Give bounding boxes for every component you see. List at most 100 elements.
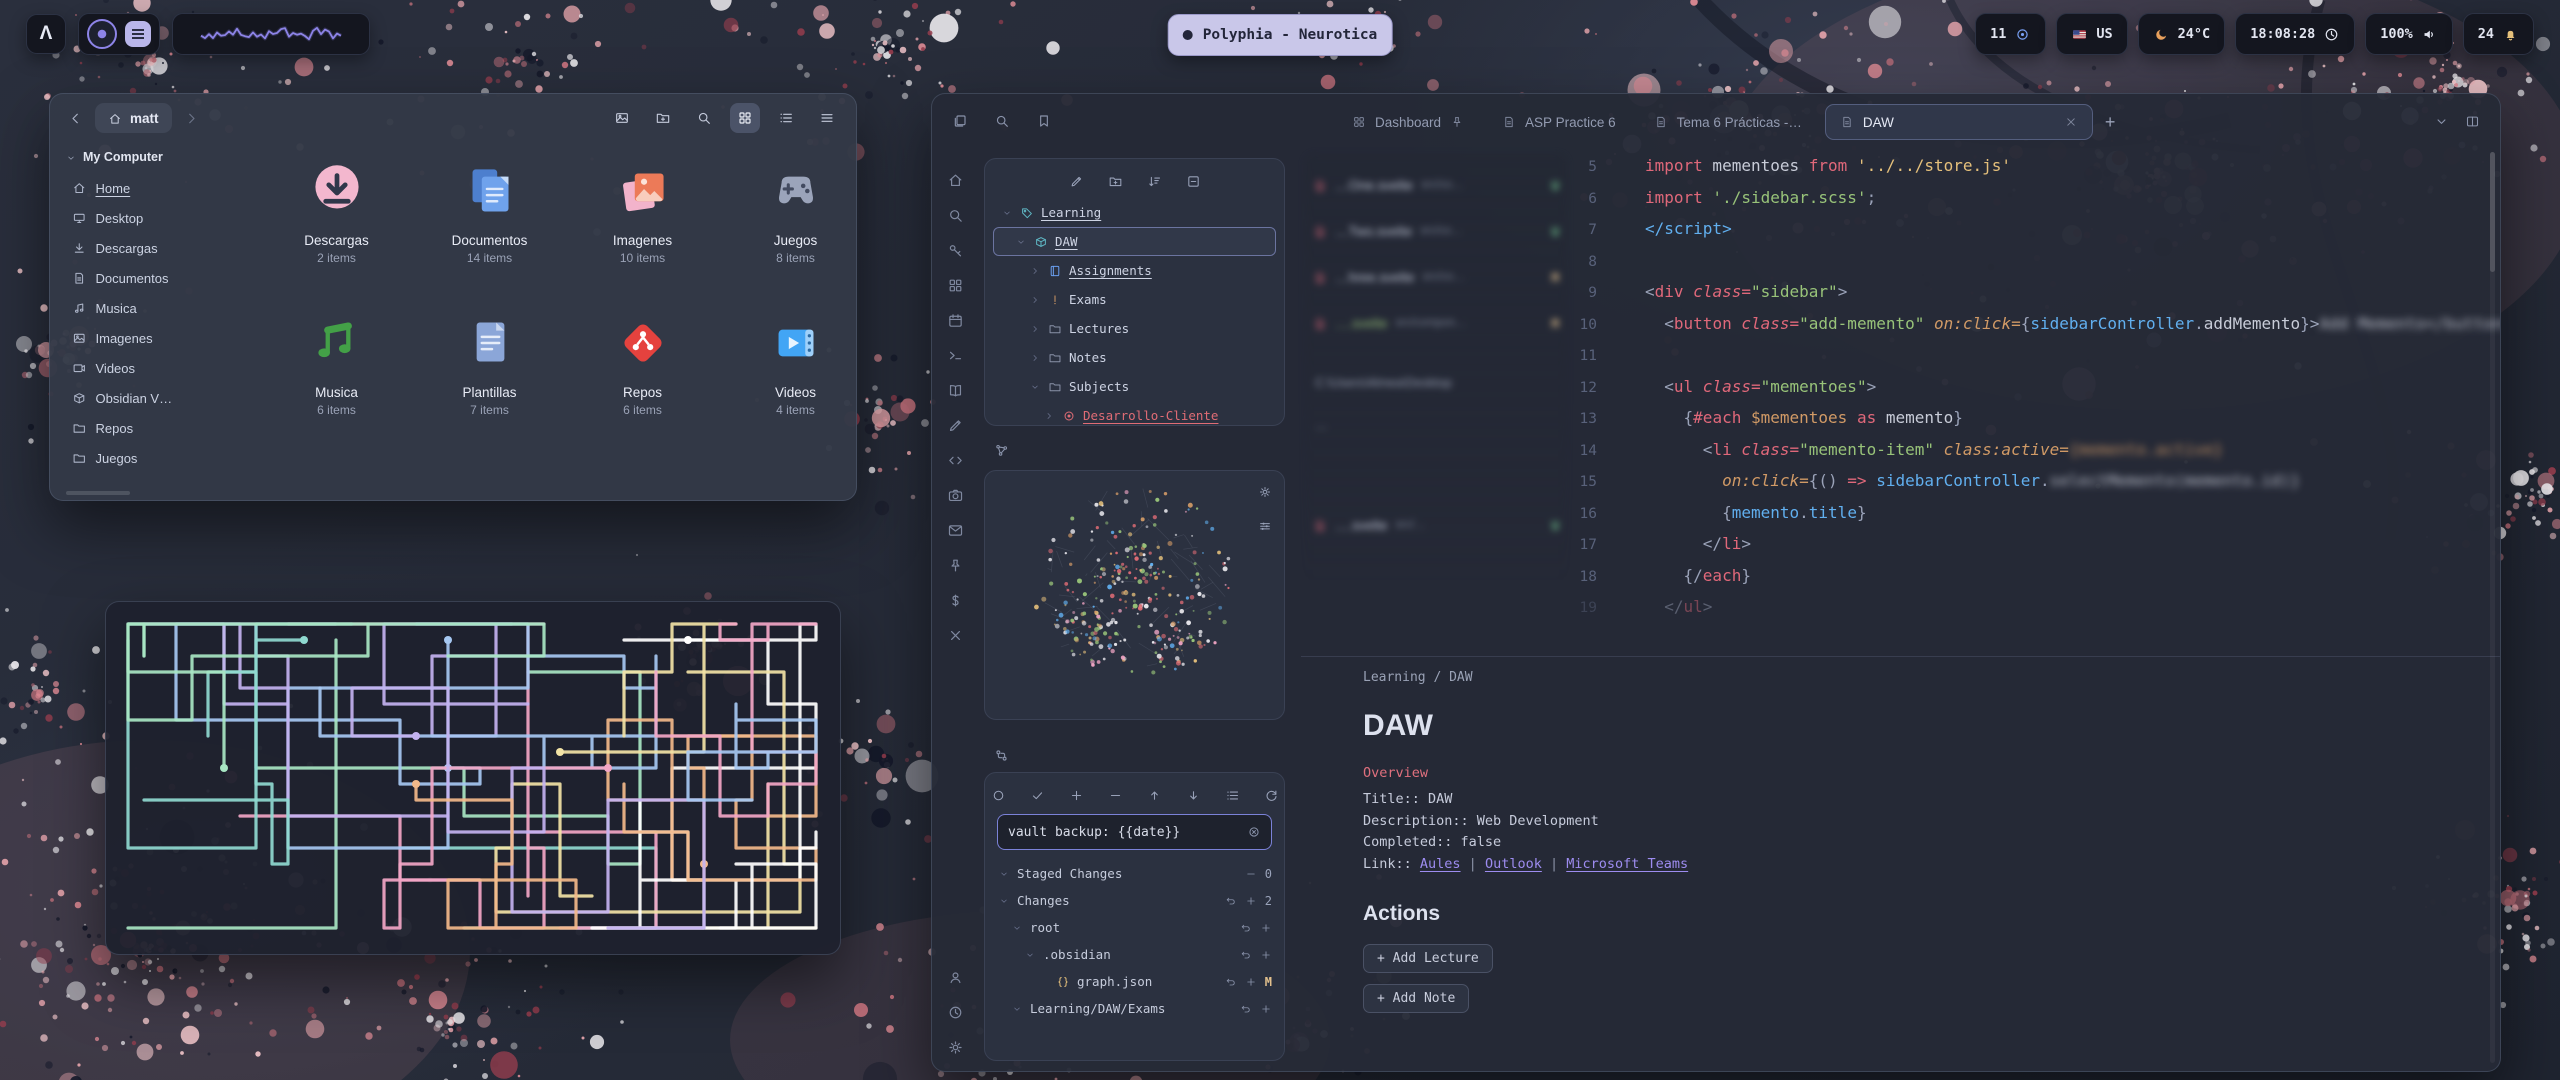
activity-calendar-button[interactable] xyxy=(947,310,964,330)
collapse-tool-button[interactable] xyxy=(1186,172,1201,189)
scm-row-staged-changes[interactable]: Staged Changes 0 xyxy=(997,860,1272,887)
activity-mail-button[interactable] xyxy=(947,520,964,540)
search-tool-button[interactable] xyxy=(689,103,719,133)
breadcrumb[interactable]: matt xyxy=(95,103,172,133)
search-button[interactable] xyxy=(994,112,1010,130)
list-tool-button[interactable] xyxy=(771,103,801,133)
activity-grid-button[interactable] xyxy=(947,275,964,295)
forward-button[interactable] xyxy=(181,110,203,127)
notifications-widget[interactable]: 24 xyxy=(2463,13,2534,55)
folder-item[interactable]: Repos 6 items xyxy=(566,306,719,458)
graph-sliders-button[interactable] xyxy=(1258,516,1272,532)
open-file-row[interactable]: …hree.sveltesrc/co… M xyxy=(1313,258,1559,296)
sidebar-item-obsidian-v-[interactable]: Obsidian V… xyxy=(66,383,224,413)
sidebar-item-repos[interactable]: Repos xyxy=(66,413,224,443)
tree-item-notes[interactable]: Notes xyxy=(993,343,1276,372)
volume-widget[interactable]: 100% xyxy=(2365,13,2453,55)
activity-gear-button[interactable] xyxy=(947,1037,964,1057)
scm-circle-button[interactable] xyxy=(991,786,1006,803)
scm-row-root[interactable]: root xyxy=(997,914,1272,941)
activity-terminal-button[interactable] xyxy=(947,345,964,365)
graph-gear-button[interactable] xyxy=(1258,483,1272,499)
activity-search-button[interactable] xyxy=(947,205,964,225)
tree-item-assignments[interactable]: Assignments xyxy=(993,256,1276,285)
tab-asp-practice-6[interactable]: ASP Practice 6 xyxy=(1487,104,1631,140)
tree-item-daw[interactable]: DAW xyxy=(993,227,1276,256)
scm-row-learning-daw-exams[interactable]: Learning/DAW/Exams xyxy=(997,995,1272,1022)
app-notes-icon[interactable] xyxy=(125,21,151,47)
activity-book-button[interactable] xyxy=(947,380,964,400)
scm-row-graph-json[interactable]: graph.json M xyxy=(997,968,1272,995)
new-folder-tool-button[interactable] xyxy=(1108,172,1123,189)
discard-action-icon[interactable] xyxy=(1240,921,1252,935)
clock-widget[interactable]: 18:08:28 xyxy=(2235,13,2355,55)
image-tool-button[interactable] xyxy=(607,103,637,133)
action-button--add-lecture[interactable]: + Add Lecture xyxy=(1363,944,1493,973)
sidebar-item-videos[interactable]: Videos xyxy=(66,353,224,383)
tree-item-desarrollo-cliente[interactable]: Desarrollo-Cliente xyxy=(993,401,1276,426)
sidebar-item-descargas[interactable]: Descargas xyxy=(66,233,224,263)
activity-home-button[interactable] xyxy=(947,170,964,190)
clear-input-icon[interactable] xyxy=(1247,824,1261,840)
scm-row--obsidian[interactable]: .obsidian xyxy=(997,941,1272,968)
tree-item-lectures[interactable]: Lectures xyxy=(993,314,1276,343)
open-file-row[interactable]: …One.sveltesrc/co… U xyxy=(1313,166,1559,204)
link-microsoft-teams[interactable]: Microsoft Teams xyxy=(1566,856,1688,872)
activity-pin-button[interactable] xyxy=(947,555,964,575)
open-file-row[interactable]: ….sveltesrc/… U xyxy=(1313,506,1559,544)
tree-item-exams[interactable]: Exams xyxy=(993,285,1276,314)
folder-item[interactable]: Documentos 14 items xyxy=(413,154,566,306)
plus-action-icon[interactable] xyxy=(1245,975,1257,989)
folder-item[interactable]: Videos 4 items xyxy=(719,306,857,458)
scm-up-button[interactable] xyxy=(1147,786,1162,803)
sidebar-item-home[interactable]: Home xyxy=(66,173,224,203)
note-graph[interactable] xyxy=(985,471,1284,719)
discard-action-icon[interactable] xyxy=(1240,1002,1252,1016)
activity-clock-button[interactable] xyxy=(947,1002,964,1022)
scm-down-button[interactable] xyxy=(1186,786,1201,803)
commit-message-input[interactable]: vault backup: {{date}} xyxy=(997,814,1272,850)
scm-plus-button[interactable] xyxy=(1069,786,1084,803)
activity-dollar-button[interactable] xyxy=(947,590,964,610)
split-divider[interactable] xyxy=(1301,656,2500,657)
new-tab-button[interactable]: + xyxy=(2105,112,2116,133)
discard-action-icon[interactable] xyxy=(1240,948,1252,962)
editor-scrollbar[interactable] xyxy=(2490,152,2495,1063)
now-playing-widget[interactable]: Polyphia - Neurotica xyxy=(1168,14,1393,56)
discard-action-icon[interactable] xyxy=(1225,975,1237,989)
new-folder-tool-button[interactable] xyxy=(648,103,678,133)
plus-action-icon[interactable] xyxy=(1260,1002,1272,1016)
sidebar-item-musica[interactable]: Musica xyxy=(66,293,224,323)
folder-item[interactable]: Juegos 8 items xyxy=(719,154,857,306)
workspaces-widget[interactable]: 11 xyxy=(1975,13,2046,55)
scm-list-button[interactable] xyxy=(1225,786,1240,803)
minus-action-icon[interactable] xyxy=(1245,867,1257,881)
discard-action-icon[interactable] xyxy=(1225,894,1237,908)
sidebar-scrollbar[interactable] xyxy=(66,491,130,495)
activity-key-button[interactable] xyxy=(947,240,964,260)
folder-item[interactable]: Plantillas 7 items xyxy=(413,306,566,458)
activity-camera-button[interactable] xyxy=(947,485,964,505)
tab-dashboard[interactable]: Dashboard xyxy=(1337,104,1479,140)
folder-item[interactable]: Musica 6 items xyxy=(260,306,413,458)
link-aules[interactable]: Aules xyxy=(1420,856,1461,872)
sidebar-item-desktop[interactable]: Desktop xyxy=(66,203,224,233)
folder-item[interactable]: Descargas 2 items xyxy=(260,154,413,306)
sidebar-item-juegos[interactable]: Juegos xyxy=(66,443,224,473)
open-file-row[interactable]: …Two.sveltesrc/co… U xyxy=(1313,212,1559,250)
code-view[interactable]: 5import mementoes from '../../store.js'6… xyxy=(1551,150,2482,623)
sidebar-item-documentos[interactable]: Documentos xyxy=(66,263,224,293)
keyboard-layout-widget[interactable]: US xyxy=(2056,13,2127,55)
chevron-down-button[interactable] xyxy=(2434,113,2449,130)
split-button[interactable] xyxy=(2465,113,2480,130)
back-button[interactable] xyxy=(64,110,86,127)
menu-tool-button[interactable] xyxy=(812,103,842,133)
close-tab-icon[interactable] xyxy=(2064,115,2078,130)
scm-row-changes[interactable]: Changes 2 xyxy=(997,887,1272,914)
sidebar-item-imagenes[interactable]: Imagenes xyxy=(66,323,224,353)
plus-action-icon[interactable] xyxy=(1245,894,1257,908)
activity-code-button[interactable] xyxy=(947,450,964,470)
scm-refresh-button[interactable] xyxy=(1264,786,1279,803)
tree-item-subjects[interactable]: Subjects xyxy=(993,372,1276,401)
activity-pencil-button[interactable] xyxy=(947,415,964,435)
